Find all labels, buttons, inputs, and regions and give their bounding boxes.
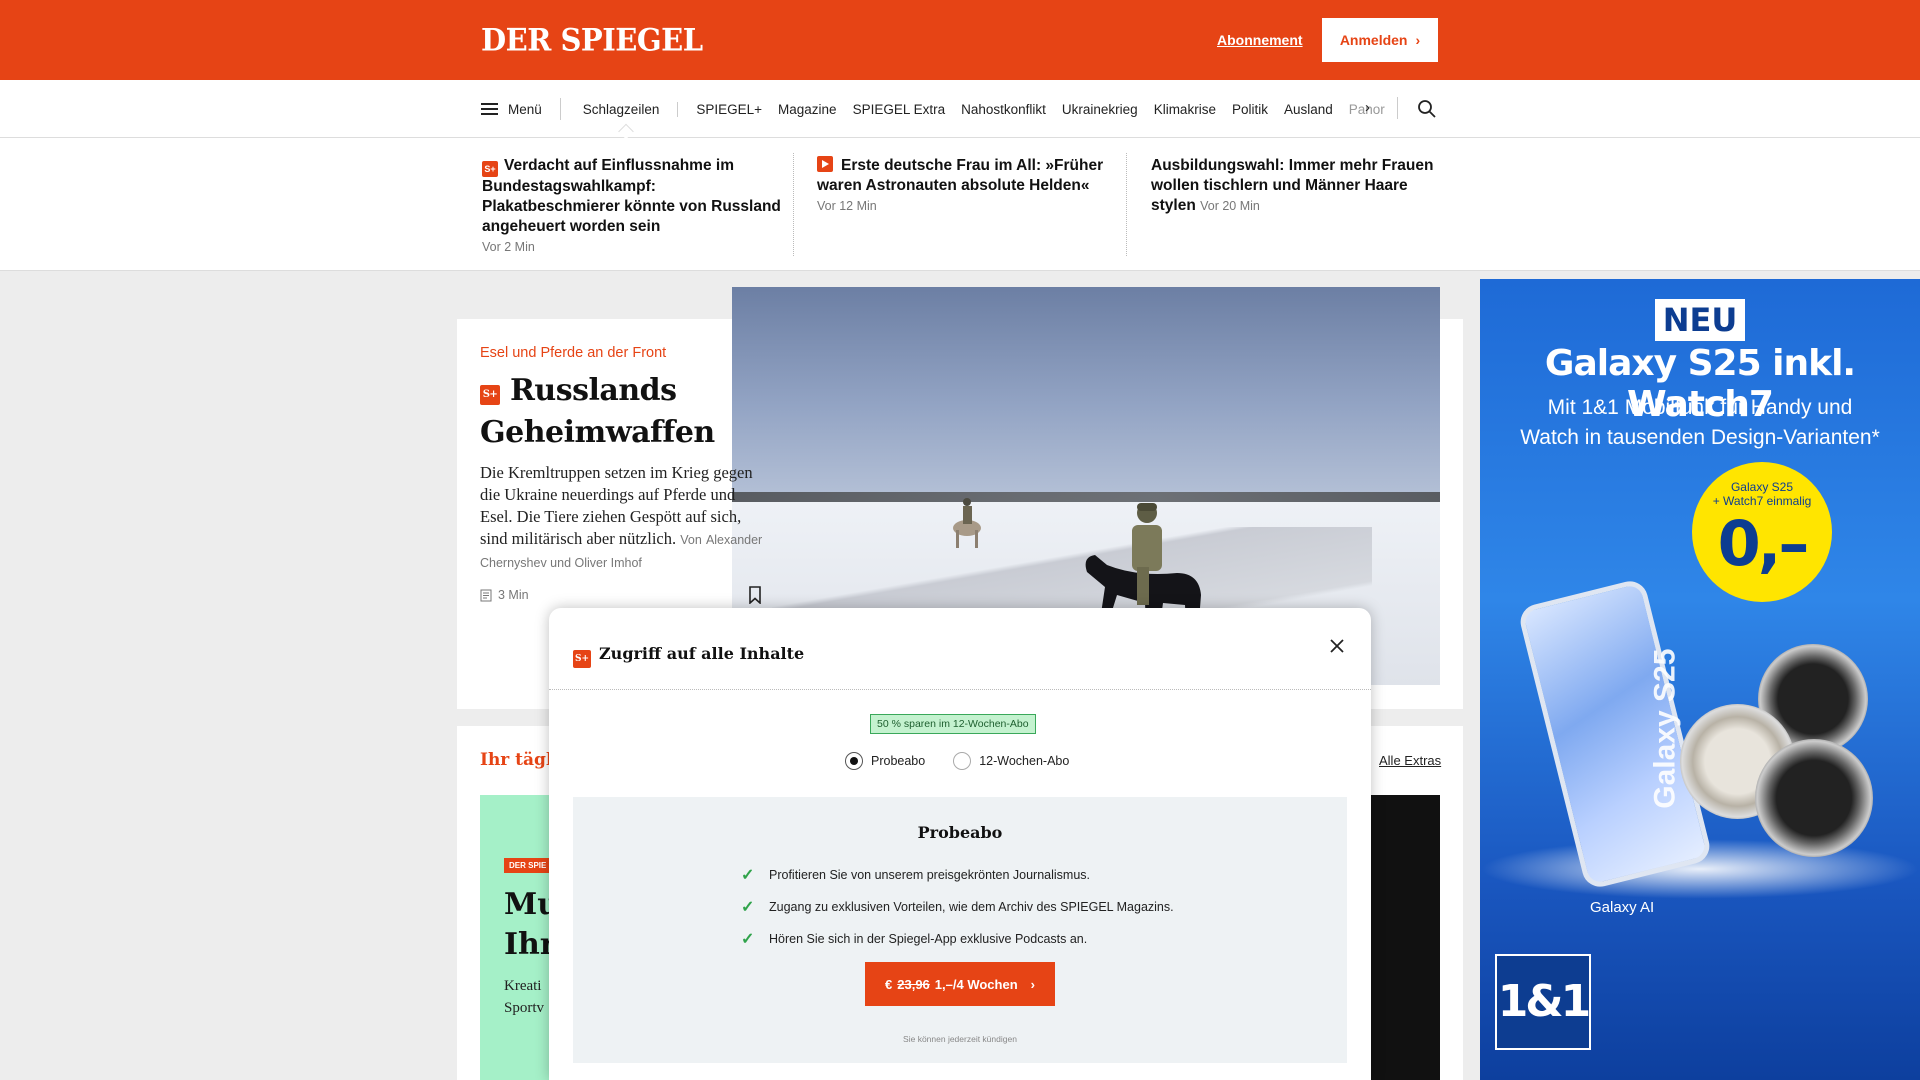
teaser-summary[interactable]: Die Kremltruppen setzen im Krieg gegen d…	[480, 462, 770, 574]
ticker-title: Erste deutsche Frau im All: »Früher ware…	[817, 157, 1104, 194]
reading-time: 3 Min	[498, 588, 529, 602]
login-label: Anmelden	[1339, 32, 1408, 48]
benefit-item: ✓ Hören Sie sich in der Spiegel-App exklu…	[741, 923, 1174, 955]
advertisement-banner[interactable]: NEU Galaxy S25 inkl. Watch7 Mit 1&1 Mobi…	[1480, 279, 1920, 1080]
galaxy-ai-label: Galaxy AI	[1590, 899, 1655, 916]
benefits-list: ✓ Profitieren Sie von unserem preisgekrön…	[741, 859, 1174, 955]
watch-image	[1755, 739, 1873, 857]
hamburger-icon	[481, 103, 498, 115]
plan-option-label: 12-Wochen-Abo	[979, 754, 1070, 768]
nav-item-nahostkonflikt[interactable]: Nahostkonflikt	[953, 102, 1054, 117]
ad-subtitle-line: Mit 1&1 Mobilfunk für Handy und	[1547, 396, 1853, 419]
teaser-headline[interactable]: S+ Russlands Geheimwaffen	[480, 370, 780, 454]
promo-subtext-line: Sportv	[504, 1000, 545, 1016]
ticker-time: Vor 2 Min	[482, 240, 535, 254]
savings-badge: 50 % sparen im 12-Wochen-Abo	[870, 714, 1036, 734]
nav-item-politik[interactable]: Politik	[1224, 102, 1276, 117]
menu-button[interactable]: Menü	[481, 98, 561, 120]
search-icon[interactable]	[1417, 99, 1437, 119]
radio-empty-icon	[953, 752, 972, 770]
nav-scroll-right-icon[interactable]: ›	[1365, 99, 1370, 116]
menu-label: Menü	[508, 101, 542, 117]
check-icon: ✓	[741, 867, 755, 884]
offer-box: Probeabo ✓ Profitieren Sie von unserem pr…	[573, 797, 1347, 1063]
abonnement-link[interactable]: Abonnement	[1217, 32, 1303, 48]
promo-dark-tile[interactable]	[1371, 795, 1440, 1080]
ad-price: 0,–	[1717, 507, 1810, 580]
promo-subtext: Kreati Sportv	[504, 975, 544, 1019]
check-icon: ✓	[741, 899, 755, 916]
modal-title-text: Zugriff auf alle Inhalte	[599, 644, 805, 663]
benefit-item: ✓ Zugang zu exklusiven Vorteilen, wie dem…	[741, 891, 1174, 923]
cta-new-price: 1,–/4 Wochen	[934, 976, 1018, 992]
ticker-divider	[793, 153, 794, 256]
main-nav: Menü Schlagzeilen SPIEGEL+ Magazine SPIE…	[0, 80, 1920, 138]
teaser-title-text: Russlands Geheimwaffen	[480, 373, 715, 450]
plan-option-probeabo[interactable]: Probeabo	[845, 752, 925, 770]
offer-title: Probeabo	[917, 823, 1003, 842]
bookmark-icon[interactable]	[748, 586, 762, 604]
brand-bar: DER SPIEGEL Abonnement Anmelden ›	[0, 0, 1920, 80]
radio-selected-icon	[845, 752, 863, 770]
chevron-right-icon: ›	[1415, 32, 1421, 48]
ad-price-circle: Galaxy S25 + Watch7 einmalig 0,–	[1692, 462, 1832, 602]
ticker-item[interactable]: S+ Verdacht auf Einflussnahme im Bundesta…	[482, 156, 782, 257]
ad-new-label: NEU	[1655, 299, 1745, 341]
benefit-item: ✓ Profitieren Sie von unserem preisgekrön…	[741, 859, 1174, 891]
benefit-text: Zugang zu exklusiven Vorteilen, wie dem …	[769, 900, 1174, 914]
phone-label: Galaxy S25	[1648, 648, 1682, 809]
cancel-note: Sie können jederzeit kündigen	[903, 1034, 1017, 1044]
plan-option-label: Probeabo	[871, 754, 926, 768]
chevron-right-icon: ›	[1030, 976, 1035, 992]
ticker-title: Ausbildungswahl: Immer mehr Frauen wolle…	[1151, 157, 1434, 214]
spiegel-plus-icon: S+	[482, 161, 498, 177]
plan-selector: Probeabo 12-Wochen-Abo	[845, 752, 1069, 770]
one-and-one-logo: 1&1	[1495, 954, 1591, 1050]
ad-subtitle-line: Watch in tausenden Design-Varianten*	[1520, 426, 1880, 449]
nav-item-spiegel-extra[interactable]: SPIEGEL Extra	[845, 102, 954, 117]
ad-price-caption: Galaxy S25	[1730, 480, 1794, 494]
modal-title: S+ Zugriff auf alle Inhalte	[573, 644, 804, 668]
nav-item-spiegel-plus[interactable]: SPIEGEL+	[688, 102, 770, 117]
benefit-text: Profitieren Sie von unserem preisgekrönt…	[769, 868, 1090, 882]
author-prefix: Von	[680, 533, 702, 547]
close-icon[interactable]	[1327, 636, 1347, 656]
cta-old-price: 23,96	[897, 976, 930, 992]
ticker-divider	[1126, 153, 1127, 256]
nav-divider	[1397, 97, 1398, 119]
ad-subtitle: Mit 1&1 Mobilfunk für Handy und Watch in…	[1480, 393, 1920, 453]
subscribe-button[interactable]: € 23,96 1,–/4 Wochen ›	[865, 962, 1055, 1006]
ticker-time: Vor 20 Min	[1200, 199, 1260, 213]
cta-currency: €	[885, 976, 893, 992]
nav-item-schlagzeilen[interactable]: Schlagzeilen	[575, 101, 679, 117]
rider-far-figure	[953, 498, 981, 548]
ticker-item[interactable]: Erste deutsche Frau im All: »Früher ware…	[817, 156, 1117, 216]
spiegel-logo[interactable]: DER SPIEGEL	[481, 22, 703, 58]
ticker-time: Vor 12 Min	[817, 199, 877, 213]
plan-option-12-wochen[interactable]: 12-Wochen-Abo	[953, 752, 1069, 770]
nav-item-ukrainekrieg[interactable]: Ukrainekrieg	[1054, 102, 1146, 117]
login-button[interactable]: Anmelden ›	[1322, 18, 1438, 62]
nav-item-ausland[interactable]: Ausland	[1276, 102, 1341, 117]
subscription-modal: S+ Zugriff auf alle Inhalte 50 % sparen i…	[549, 608, 1371, 1080]
nav-item-klimakrise[interactable]: Klimakrise	[1146, 102, 1224, 117]
headline-ticker: S+ Verdacht auf Einflussnahme im Bundesta…	[0, 138, 1920, 271]
modal-header: S+ Zugriff auf alle Inhalte	[549, 608, 1371, 690]
spiegel-plus-icon: S+	[480, 385, 500, 405]
ad-price-caption: + Watch7 einmalig	[1712, 494, 1812, 508]
promo-subtext-line: Kreati	[504, 978, 542, 994]
ticker-title: Verdacht auf Einflussnahme im Bundestags…	[482, 157, 781, 235]
promo-headline-line: Ihr	[504, 927, 556, 962]
all-extras-link[interactable]: Alle Extras	[1379, 753, 1441, 768]
video-play-icon	[817, 156, 833, 172]
ticker-item[interactable]: Ausbildungswahl: Immer mehr Frauen wolle…	[1151, 156, 1451, 216]
teaser-meta: 3 Min	[480, 588, 529, 602]
promo-tag: DER SPIE	[504, 858, 552, 873]
nav-item-magazine[interactable]: Magazine	[770, 102, 845, 117]
teaser-kicker[interactable]: Esel und Pferde an der Front	[480, 345, 666, 361]
spiegel-plus-icon: S+	[573, 650, 591, 668]
benefit-text: Hören Sie sich in der Spiegel-App exklus…	[769, 932, 1088, 946]
article-icon	[480, 589, 492, 601]
check-icon: ✓	[741, 931, 755, 948]
